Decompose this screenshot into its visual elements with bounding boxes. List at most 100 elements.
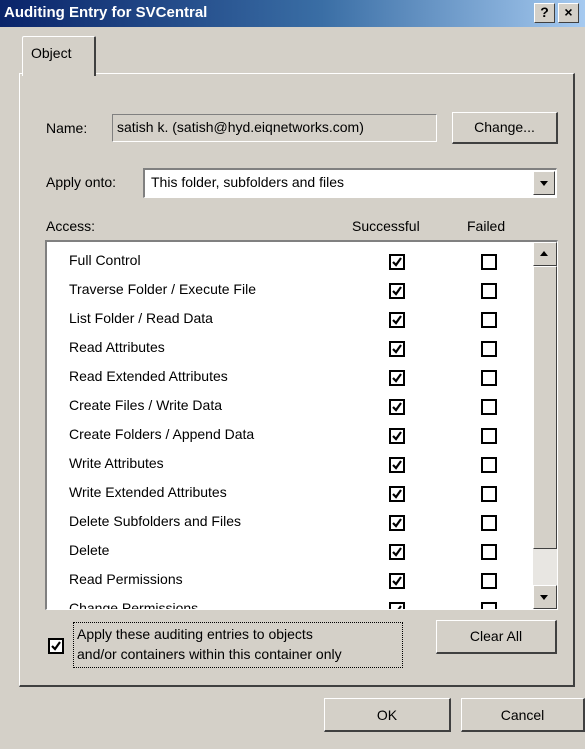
apply-label-line1: Apply these auditing entries to objects [77,626,313,642]
failed-checkbox[interactable] [481,370,497,386]
checkmark-icon [392,257,402,267]
failed-checkbox[interactable] [481,254,497,270]
successful-column-header: Successful [352,218,420,234]
access-list[interactable]: Full Control Traverse Folder / Execute Fi… [45,240,558,610]
failed-checkbox[interactable] [481,312,497,328]
checkmark-icon [397,605,402,609]
access-row: Traverse Folder / Execute File [47,277,517,306]
access-row: Read Permissions [47,567,517,596]
successful-checkbox[interactable] [389,370,405,386]
failed-checkbox[interactable] [481,428,497,444]
access-row: Delete Subfolders and Files [47,509,517,538]
access-row: Write Extended Attributes [47,480,517,509]
title-bar[interactable]: Auditing Entry for SVCentral ? × [0,0,585,27]
access-row-label: Create Folders / Append Data [69,426,255,442]
checkmark-icon [392,286,402,296]
window-title: Auditing Entry for SVCentral [4,4,208,21]
successful-checkbox[interactable] [389,254,405,270]
change-button-label: Change... [474,119,535,135]
checkmark-icon [392,460,402,470]
access-row: Change Permissions [47,596,517,610]
tab-object[interactable]: Object [22,36,96,76]
successful-checkbox[interactable] [389,573,405,589]
apply-onto-value: This folder, subfolders and files [151,174,344,190]
failed-column-header: Failed [467,218,506,234]
checkmark-icon [392,518,402,528]
tab-object-label: Object [31,45,72,61]
access-list-scrollbar[interactable] [533,242,557,609]
failed-checkbox[interactable] [481,341,497,357]
apply-label-line2: and/or containers within this container … [77,646,342,662]
ok-label: OK [376,707,398,723]
failed-checkbox[interactable] [481,544,497,560]
help-button[interactable]: ? [534,3,555,23]
scroll-up-button[interactable] [533,242,557,266]
access-row-label: Delete Subfolders and Files [69,513,241,529]
access-row-label: Change Permissions [69,600,199,610]
access-row: Read Extended Attributes [47,364,517,393]
access-row-label: Write Attributes [69,455,164,471]
checkmark-icon [392,489,402,499]
access-row: Delete [47,538,517,567]
clear-all-button[interactable]: Clear All [436,620,557,654]
close-button[interactable]: × [558,3,579,23]
apply-container-only-label[interactable]: Apply these auditing entries to objects … [73,622,403,668]
access-row-label: List Folder / Read Data [69,310,213,326]
access-row: Write Attributes [47,451,517,480]
checkmark-icon [392,344,402,354]
access-row: List Folder / Read Data [47,306,517,335]
apply-onto-label: Apply onto: [46,174,117,190]
access-label: Access: [46,218,96,234]
access-row: Create Files / Write Data [47,393,517,422]
failed-checkbox[interactable] [481,457,497,473]
access-row-label: Traverse Folder / Execute File [69,281,256,297]
name-label: Name: [46,120,88,136]
cancel-button[interactable]: Cancel [461,698,585,732]
failed-checkbox[interactable] [481,515,497,531]
checkmark-icon [392,402,402,412]
access-row-label: Full Control [69,252,141,268]
chevron-down-icon [540,181,548,186]
checkmark-icon [392,315,402,325]
checkmark-icon [392,576,402,586]
apply-container-only-checkbox[interactable] [48,638,64,654]
access-row-label: Create Files / Write Data [69,397,223,413]
access-row: Read Attributes [47,335,517,364]
successful-checkbox[interactable] [389,428,405,444]
failed-checkbox[interactable] [481,486,497,502]
access-row: Full Control [47,248,517,277]
checkmark-icon [392,547,402,557]
failed-checkbox[interactable] [481,399,497,415]
access-row-label: Read Extended Attributes [69,368,228,384]
successful-checkbox[interactable] [389,283,405,299]
scroll-down-button[interactable] [533,585,557,609]
clear-all-label: Clear All [469,628,523,644]
arrow-down-icon [540,595,548,600]
apply-onto-select[interactable]: This folder, subfolders and files [143,168,557,198]
access-row: Create Folders / Append Data [47,422,517,451]
successful-checkbox[interactable] [389,312,405,328]
successful-checkbox[interactable] [389,486,405,502]
checkmark-icon [51,641,61,651]
failed-checkbox[interactable] [481,573,497,589]
apply-onto-dropdown-button[interactable] [533,171,555,195]
successful-checkbox[interactable] [389,341,405,357]
successful-checkbox[interactable] [389,544,405,560]
successful-checkbox[interactable] [389,602,405,609]
access-row-label: Read Attributes [69,339,165,355]
scroll-thumb[interactable] [533,266,557,549]
failed-checkbox[interactable] [481,602,497,609]
successful-checkbox[interactable] [389,457,405,473]
access-row-label: Delete [69,542,110,558]
ok-button[interactable]: OK [324,698,451,732]
checkmark-icon [392,373,402,383]
change-button[interactable]: Change... [452,112,558,144]
successful-checkbox[interactable] [389,399,405,415]
name-value: satish k. (satish@hyd.eiqnetworks.com) [117,119,364,135]
arrow-up-icon [540,251,548,256]
name-field: satish k. (satish@hyd.eiqnetworks.com) [112,114,437,142]
failed-checkbox[interactable] [481,283,497,299]
access-row-label: Read Permissions [69,571,183,587]
successful-checkbox[interactable] [389,515,405,531]
access-row-label: Write Extended Attributes [69,484,227,500]
